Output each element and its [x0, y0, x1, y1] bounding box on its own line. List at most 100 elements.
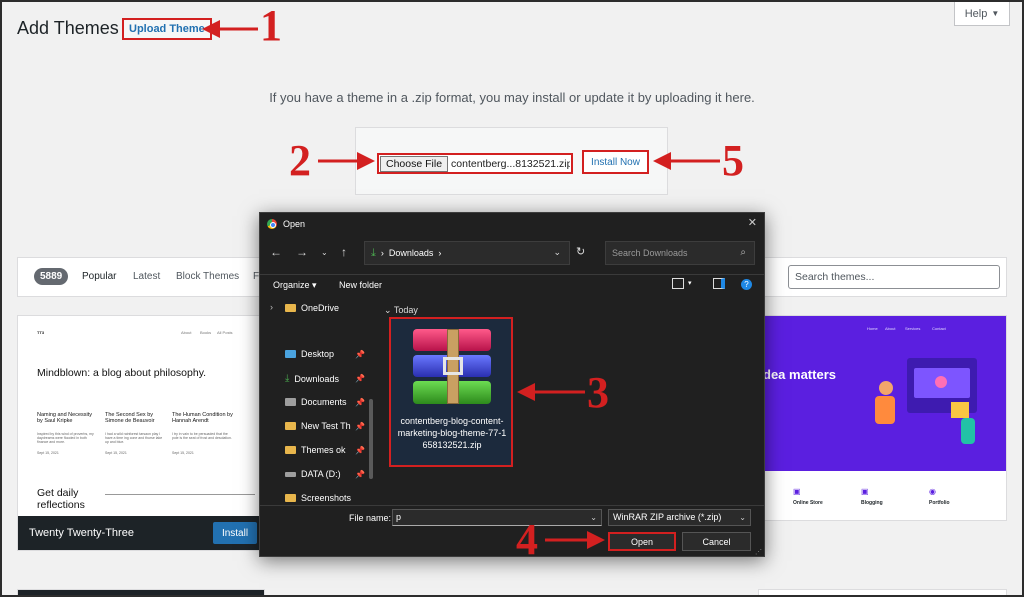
chevron-down-icon[interactable]: ⌄: [553, 247, 561, 258]
help-button[interactable]: Help ▼: [954, 2, 1010, 26]
search-downloads-input[interactable]: Search Downloads ⌕: [605, 241, 755, 265]
preview-divider: [105, 494, 255, 495]
upload-instructions: If you have a theme in a .zip format, yo…: [269, 90, 755, 105]
page-title: Add Themes: [17, 18, 119, 38]
choose-file-button[interactable]: Choose File: [380, 155, 449, 172]
illustration-box: [951, 402, 969, 418]
folder-icon: [285, 446, 296, 454]
theme-name: Twenty Twenty-Three: [29, 527, 134, 539]
preview-post-date: Sept 15, 2021: [37, 451, 59, 455]
navigation-pane: › OneDrive Desktop 📌 ⤓ Downloads 📌 Docum…: [260, 296, 373, 503]
desktop-icon: [285, 350, 296, 358]
address-bar[interactable]: ⤓ › Downloads › ⌄: [364, 241, 570, 265]
chevron-right-icon: ›: [438, 248, 442, 258]
view-options-icon[interactable]: [672, 278, 684, 289]
install-now-button[interactable]: Install Now: [582, 150, 649, 174]
download-icon: ⤓: [285, 373, 290, 384]
forward-arrow-icon[interactable]: →: [296, 245, 308, 259]
pin-icon: 📌: [355, 470, 365, 479]
nav-item-label: Themes ok: [301, 445, 346, 455]
nav-item-screenshots[interactable]: Screenshots: [285, 493, 351, 503]
dialog-navigation-row: ← → ⌄ ↑ ⤓ › Downloads › ⌄ ↻ Search Downl…: [260, 239, 764, 267]
service-label: Online Store: [793, 500, 823, 506]
nav-item-themes-ok[interactable]: Themes ok: [285, 445, 346, 455]
group-header: ⌄ Today: [384, 305, 418, 315]
chevron-right-icon[interactable]: ›: [270, 302, 273, 312]
nav-item-label: Screenshots: [301, 493, 352, 503]
close-icon[interactable]: ✕: [748, 216, 757, 229]
preview-headline: Mindblown: a blog about philosophy.: [37, 367, 207, 379]
nav-item-desktop[interactable]: Desktop: [285, 349, 334, 359]
preview-nav-item: Books: [200, 330, 212, 335]
pin-icon: 📌: [355, 374, 365, 383]
file-list-pane: ⌄ Today contentberg-blog-content-marketi…: [378, 296, 763, 503]
preview-nav-item: Services: [905, 326, 921, 331]
preview-post-title: Naming and Necessity by Saul Kripke: [37, 412, 93, 424]
new-folder-button[interactable]: New folder: [339, 280, 382, 290]
chevron-down-icon[interactable]: ⌄: [590, 513, 597, 522]
pin-icon: 📌: [355, 350, 365, 359]
file-name-input[interactable]: p ⌄: [392, 509, 602, 526]
preview-nav-item: About: [181, 330, 192, 335]
store-icon: ▣: [793, 487, 801, 496]
service-label: Portfolio: [929, 500, 950, 506]
folder-icon: [285, 494, 296, 502]
pin-icon: 📌: [355, 398, 365, 407]
cancel-button[interactable]: Cancel: [682, 532, 751, 551]
tab-latest[interactable]: Latest: [133, 271, 160, 282]
folder-icon: [285, 422, 296, 430]
nav-item-data-drive[interactable]: DATA (D:): [285, 469, 341, 479]
help-icon[interactable]: ?: [741, 279, 752, 290]
dialog-title: Open: [283, 219, 306, 229]
preview-pane-icon[interactable]: [713, 278, 725, 289]
up-arrow-icon[interactable]: ↑: [341, 245, 347, 259]
upload-theme-button[interactable]: Upload Theme: [122, 18, 212, 40]
file-name-field-label: File name:: [349, 513, 392, 523]
nav-item-onedrive[interactable]: OneDrive: [285, 303, 339, 313]
play-icon: [935, 376, 947, 388]
install-theme-button[interactable]: Install: [213, 522, 257, 544]
chevron-down-icon[interactable]: ⌄: [321, 248, 328, 257]
preview-nav-item: Contact: [932, 326, 946, 331]
search-themes-input[interactable]: Search themes...: [788, 265, 1000, 289]
zip-file-item[interactable]: contentberg-blog-content-marketing-blog-…: [389, 317, 513, 467]
nav-item-new-test-theme[interactable]: New Test Th: [285, 421, 351, 431]
address-location: Downloads: [388, 248, 434, 258]
caret-down-icon: ▼: [991, 9, 1000, 18]
preview-post-title: The Human Condition by Hannah Arendt: [172, 412, 233, 424]
file-type-select[interactable]: WinRAR ZIP archive (*.zip) ⌄: [608, 509, 751, 526]
file-name-value: p: [396, 512, 402, 522]
blog-icon: ▣: [861, 487, 869, 496]
preview-nav-item: Home: [867, 326, 878, 331]
tab-popular[interactable]: Popular: [82, 271, 116, 282]
back-arrow-icon[interactable]: ←: [270, 245, 282, 259]
organize-label: Organize: [273, 280, 310, 290]
nav-pane-scrollbar[interactable]: [369, 399, 373, 479]
search-icon: ⌕: [740, 247, 746, 258]
nav-item-downloads[interactable]: ⤓ Downloads: [285, 373, 339, 384]
file-open-dialog: Open ✕ ← → ⌄ ↑ ⤓ › Downloads › ⌄ ↻ Searc…: [259, 212, 765, 557]
file-input[interactable]: Choose File contentberg...8132521.zip: [377, 153, 573, 174]
chevron-down-icon: ⌄: [739, 513, 746, 522]
pin-icon: 📌: [355, 422, 365, 431]
preview-post-excerpt: Inspired by this wind of proverbs, my da…: [37, 432, 94, 444]
pin-icon: 📌: [355, 446, 365, 455]
chevron-down-icon[interactable]: ▾: [688, 279, 692, 287]
theme-card-business[interactable]: Home About Services Contact dea matters …: [758, 315, 1007, 521]
portfolio-icon: ◉: [929, 487, 936, 496]
preview-post-date: Sept 15, 2021: [105, 451, 127, 455]
refresh-icon[interactable]: ↻: [576, 245, 585, 258]
nav-item-label: DATA (D:): [301, 469, 341, 479]
organize-button[interactable]: Organize ▾: [273, 280, 317, 291]
open-button[interactable]: Open: [608, 532, 676, 551]
tab-block-themes[interactable]: Block Themes: [176, 271, 239, 282]
chosen-file-name: contentberg...8132521.zip: [451, 157, 570, 170]
resize-grip-icon[interactable]: ⋰: [755, 548, 762, 556]
theme-card-twenty-twenty-three[interactable]: TT3 About Books All Posts Mindblown: a b…: [17, 315, 265, 551]
preview-post-excerpt: I try in vain to be persuaded that the p…: [172, 432, 232, 440]
illustration-person: [879, 381, 893, 395]
preview-headline: dea matters: [763, 367, 836, 382]
chrome-icon: [267, 219, 277, 229]
nav-item-documents[interactable]: Documents: [285, 397, 347, 407]
preview-post-title: The Second Sex by Simone de Beauvoir: [105, 412, 155, 424]
